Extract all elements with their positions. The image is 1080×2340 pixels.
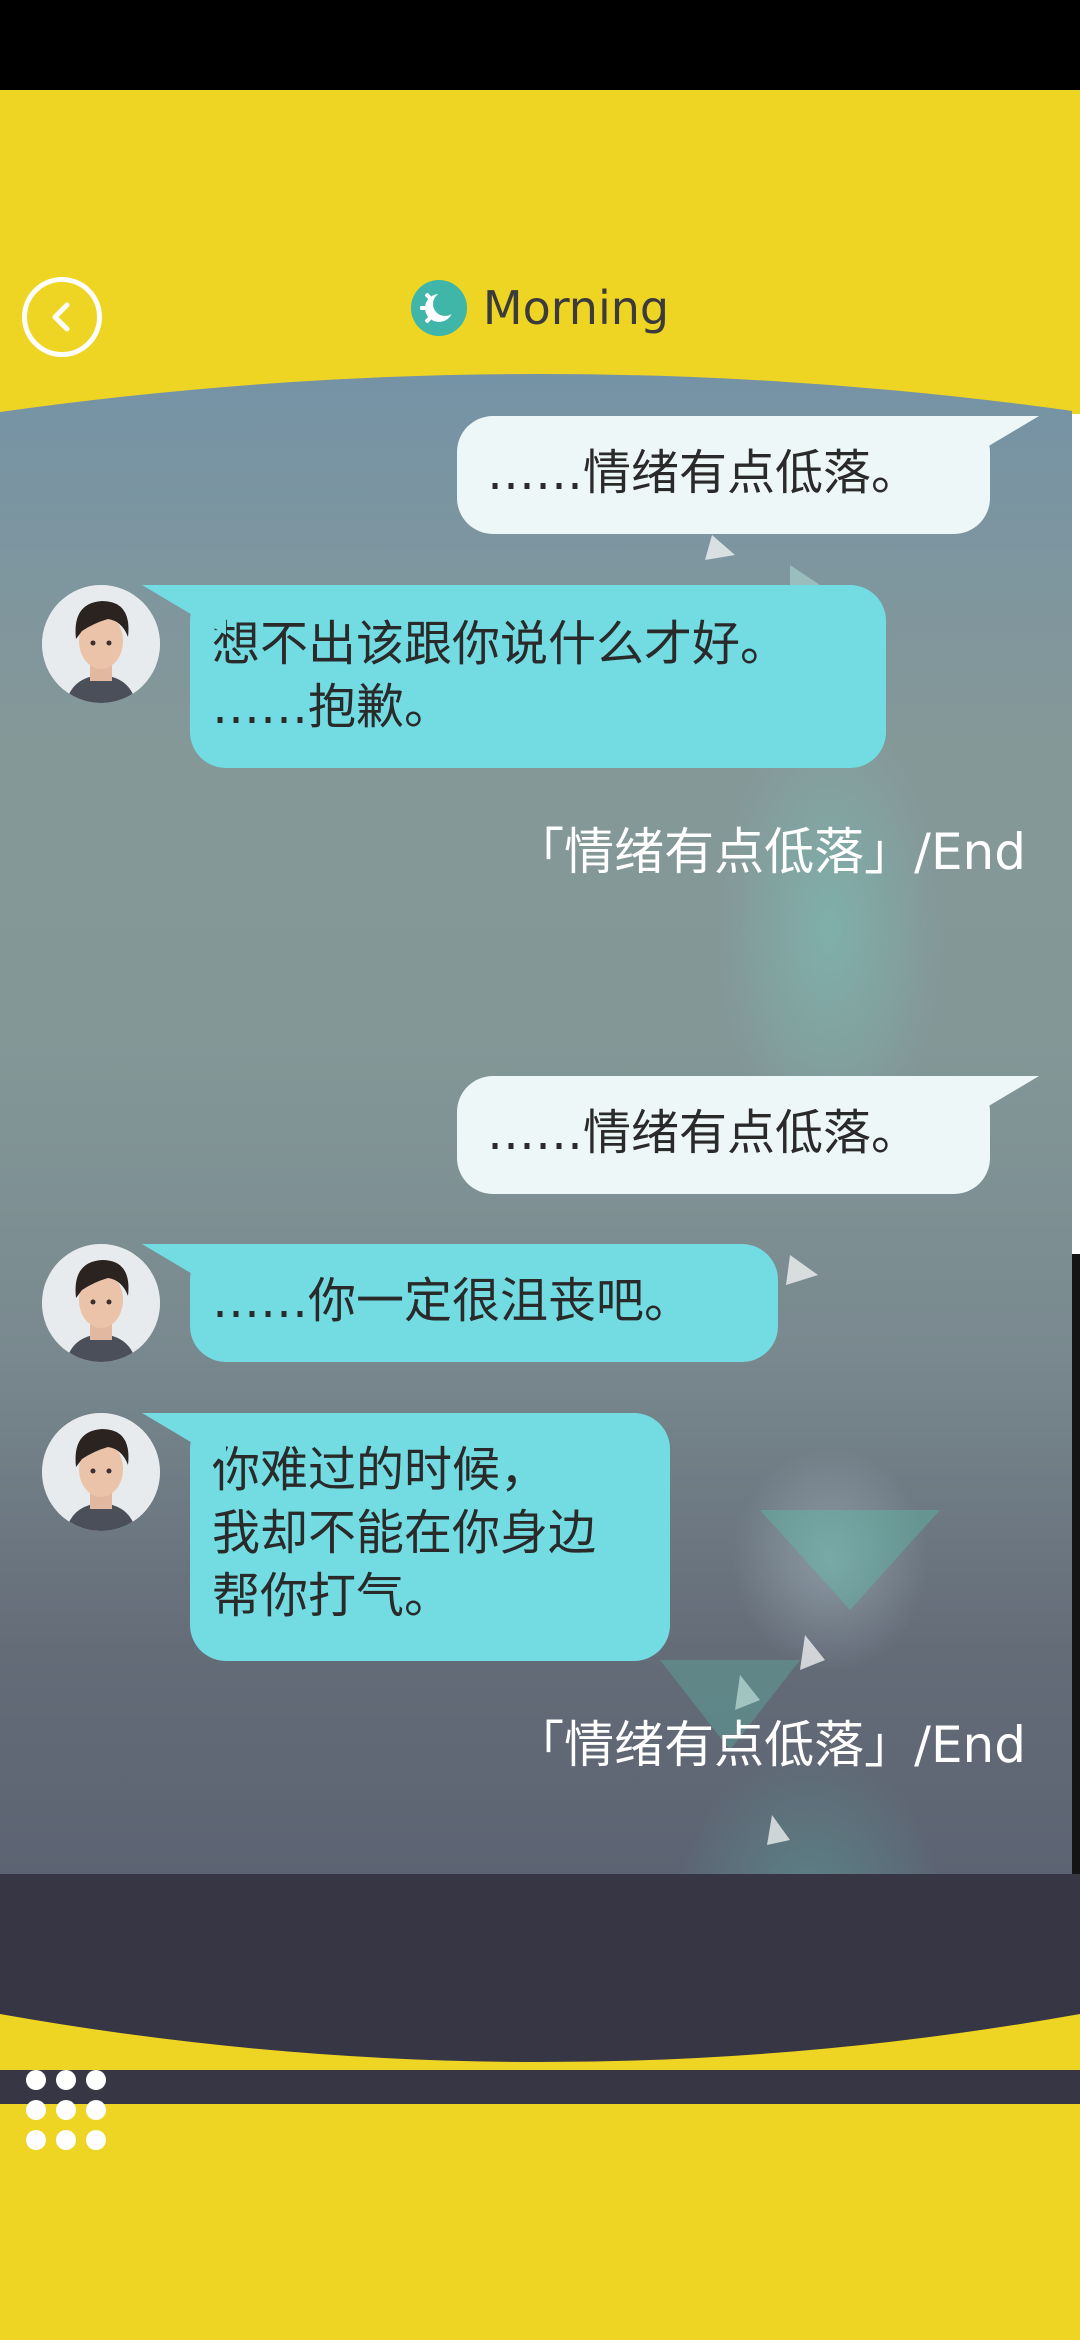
npc-message: 你难过的时候， 我却不能在你身边 帮你打气。 [190, 1413, 670, 1661]
bubble-tail [955, 1076, 1039, 1126]
bubble-tail [142, 1413, 226, 1463]
conversation-end-label: 「情绪有点低落」/End [514, 823, 1026, 881]
scrollbar-track [1072, 414, 1080, 1254]
message-line: 你难过的时候， [212, 1442, 549, 1498]
message-text: ……你一定很沮丧吧。 [212, 1273, 693, 1329]
user-message: ……情绪有点低落。 [457, 1076, 990, 1194]
npc-message: 想不出该跟你说什么才好。 ……抱歉。 [190, 585, 886, 768]
conversation-end-label: 「情绪有点低落」/End [514, 1716, 1026, 1774]
page-title: Morning [482, 281, 670, 335]
bubble-tail [955, 416, 1039, 466]
gear-moon-icon [410, 280, 467, 336]
page-title-area: Morning [0, 278, 1080, 338]
message-line: 帮你打气。 [212, 1568, 453, 1624]
message-line: 我却不能在你身边 [212, 1505, 597, 1561]
message-text: ……情绪有点低落。 [487, 445, 920, 501]
header-curve [0, 366, 1080, 412]
footer-curve [0, 2014, 1080, 2070]
bubble-tail [142, 1244, 226, 1294]
dot-grid-icon [26, 2070, 46, 2090]
scrollbar-thumb[interactable] [1072, 1254, 1080, 1876]
message-text: ……情绪有点低落。 [487, 1105, 920, 1161]
bubble-tail [142, 585, 226, 635]
npc-message: ……你一定很沮丧吧。 [190, 1244, 778, 1362]
message-line: 想不出该跟你说什么才好。 [212, 616, 789, 672]
menu-button[interactable] [26, 2070, 106, 2150]
status-bar [0, 0, 1080, 90]
message-line: ……抱歉。 [212, 679, 453, 735]
user-message: ……情绪有点低落。 [457, 416, 990, 534]
